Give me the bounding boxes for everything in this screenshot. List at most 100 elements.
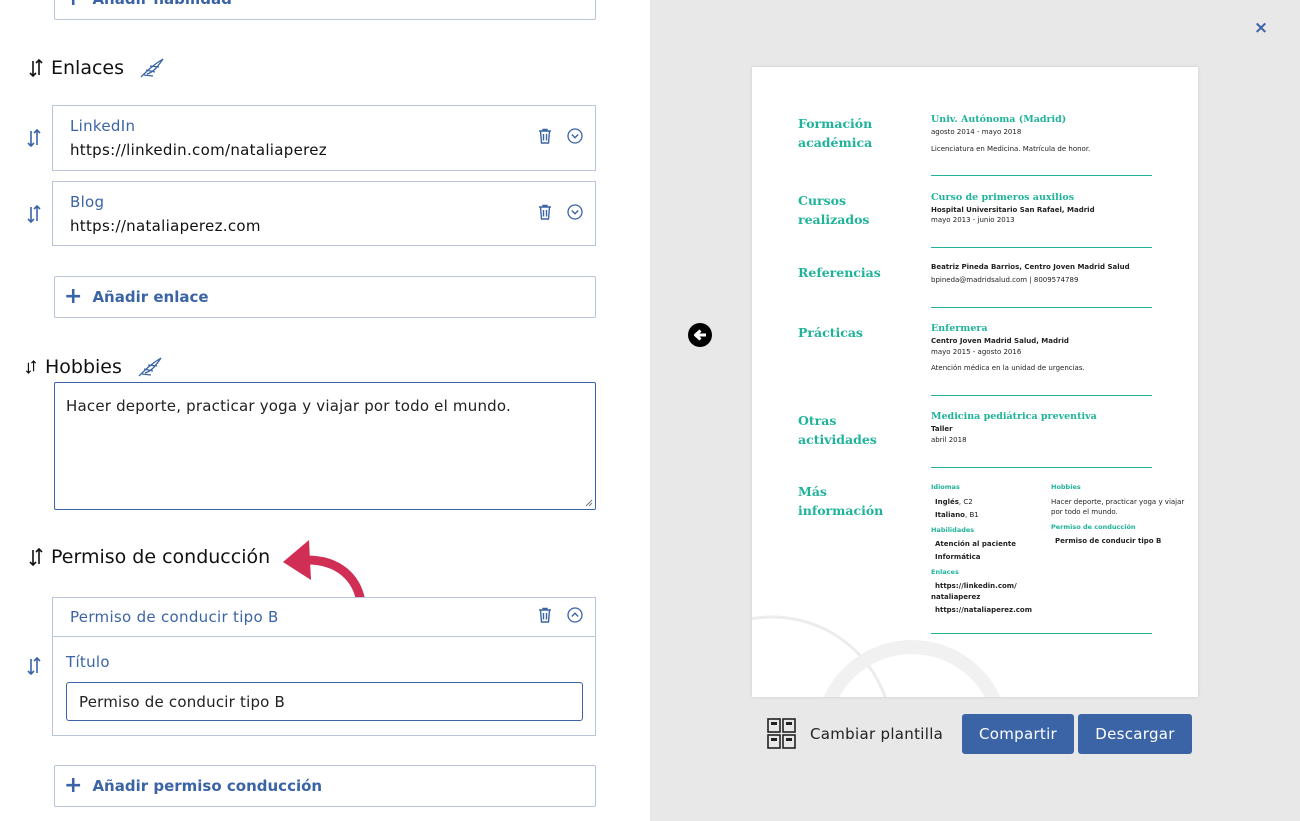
link-url: https://linkedin.com/nataliaperez bbox=[70, 141, 327, 159]
cv-divider bbox=[931, 395, 1152, 396]
hobbies-textarea[interactable]: Hacer deporte, practicar yoga y viajar p… bbox=[54, 382, 596, 510]
cv-skills-head: Habilidades bbox=[931, 526, 975, 534]
cv-reference-contact: bpineda@madridsalud.com | 8009574789 bbox=[931, 276, 1079, 284]
cv-page: Formación académica Univ. Autónoma (Madri… bbox=[752, 67, 1198, 697]
change-template-button[interactable]: Cambiar plantilla bbox=[767, 718, 943, 750]
license-item-label: Permiso de conducir tipo B bbox=[70, 608, 279, 626]
section-title-text: Permiso de conducción bbox=[51, 546, 271, 568]
link-label: Blog bbox=[70, 193, 105, 211]
preview-toolbar: Cambiar plantilla Compartir Descargar bbox=[650, 714, 1300, 754]
close-icon[interactable]: × bbox=[1253, 18, 1269, 38]
title-input-value: Permiso de conducir tipo B bbox=[79, 692, 286, 711]
resize-grip-icon[interactable] bbox=[585, 499, 593, 507]
cv-divider bbox=[931, 633, 1152, 634]
cv-other-type: Taller bbox=[931, 425, 953, 433]
link-label: LinkedIn bbox=[70, 117, 136, 135]
cv-editor-panel: + Añadir habilidad Enlaces LinkedIn http… bbox=[0, 0, 650, 821]
title-field-label: Título bbox=[66, 653, 110, 671]
cv-heading-practices: Prácticas bbox=[798, 325, 863, 340]
reorder-icon[interactable] bbox=[29, 57, 43, 79]
add-link-label: Añadir enlace bbox=[92, 288, 209, 306]
section-title-license: Permiso de conducción bbox=[29, 546, 270, 568]
cv-course-place: Hospital Universitario San Rafael, Madri… bbox=[931, 206, 1095, 214]
trash-icon[interactable] bbox=[537, 128, 553, 144]
curved-arrow-icon bbox=[283, 540, 365, 606]
cv-course-date: mayo 2013 - junio 2013 bbox=[931, 216, 1015, 224]
reorder-icon[interactable] bbox=[25, 356, 37, 378]
arrow-left-icon bbox=[694, 329, 706, 341]
template-grid-icon bbox=[767, 718, 796, 749]
cv-education-title: Univ. Autónoma (Madrid) bbox=[931, 114, 1067, 125]
hobbies-text: Hacer deporte, practicar yoga y viajar p… bbox=[66, 397, 511, 415]
cv-license-value: Permiso de conducir tipo B bbox=[1055, 537, 1162, 545]
trash-icon[interactable] bbox=[537, 607, 553, 623]
section-title-text: Enlaces bbox=[51, 57, 125, 79]
section-title-hobbies: Hobbies bbox=[25, 355, 164, 379]
edit-quill-icon[interactable] bbox=[138, 56, 166, 80]
cv-divider bbox=[931, 467, 1152, 468]
change-template-label: Cambiar plantilla bbox=[810, 725, 944, 743]
reorder-icon[interactable] bbox=[29, 546, 43, 568]
cv-hobbies-line1: Hacer deporte, practicar yoga y viajar bbox=[1051, 498, 1185, 506]
link-url: https://nataliaperez.com bbox=[70, 217, 261, 235]
plus-icon: + bbox=[64, 284, 83, 309]
add-license-button[interactable]: + Añadir permiso conducción bbox=[54, 765, 596, 807]
cv-heading-more: Más información bbox=[798, 484, 884, 518]
cv-practice-desc: Atención médica en la unidad de urgencia… bbox=[931, 364, 1085, 372]
link-item-blog[interactable]: Blog https://nataliaperez.com bbox=[52, 181, 596, 246]
cv-preview-panel: × Formación académica Univ. Autónoma (Mad… bbox=[650, 0, 1300, 821]
license-item-header[interactable]: Permiso de conducir tipo B bbox=[53, 598, 595, 637]
edit-quill-icon[interactable] bbox=[136, 355, 164, 379]
cv-skill-2: Informática bbox=[935, 553, 981, 561]
reorder-icon[interactable] bbox=[27, 127, 41, 149]
add-link-button[interactable]: + Añadir enlace bbox=[54, 276, 596, 318]
decorative-circles bbox=[752, 615, 1001, 697]
cv-other-title: Medicina pediátrica preventiva bbox=[931, 411, 1097, 422]
cv-practice-title: Enfermera bbox=[931, 323, 988, 334]
cv-skill-1: Atención al paciente bbox=[935, 540, 1016, 548]
cv-education-date: agosto 2014 - mayo 2018 bbox=[931, 128, 1022, 136]
share-button[interactable]: Compartir bbox=[962, 714, 1074, 754]
link-item-linkedin[interactable]: LinkedIn https://linkedin.com/nataliaper… bbox=[52, 105, 596, 171]
cv-language-2: Italiano, B1 bbox=[935, 511, 979, 519]
cv-practice-date: mayo 2015 - agosto 2016 bbox=[931, 348, 1022, 356]
cv-heading-references: Referencias bbox=[798, 265, 881, 280]
cv-heading-other: Otras actividades bbox=[798, 413, 877, 447]
cv-divider bbox=[931, 247, 1152, 248]
cv-course-title: Curso de primeros auxilios bbox=[931, 192, 1075, 203]
cv-languages-head: Idiomas bbox=[931, 483, 960, 491]
reorder-icon[interactable] bbox=[27, 203, 41, 225]
license-item: Permiso de conducir tipo B Título Permis… bbox=[52, 597, 596, 736]
add-skill-button[interactable]: + Añadir habilidad bbox=[54, 0, 596, 20]
add-license-label: Añadir permiso conducción bbox=[92, 777, 323, 795]
section-title-links: Enlaces bbox=[29, 56, 166, 80]
back-button[interactable] bbox=[688, 323, 712, 347]
cv-heading-education: Formación académica bbox=[798, 116, 873, 150]
download-button[interactable]: Descargar bbox=[1078, 714, 1192, 754]
cv-divider bbox=[931, 307, 1152, 308]
title-input[interactable]: Permiso de conducir tipo B bbox=[66, 682, 583, 721]
reorder-icon[interactable] bbox=[27, 655, 41, 677]
cv-other-date: abril 2018 bbox=[931, 436, 967, 444]
cv-link-1a: https://linkedin.com/ bbox=[935, 582, 1017, 590]
cv-license-head: Permiso de conducción bbox=[1051, 523, 1136, 531]
cv-education-desc: Licenciatura en Medicina. Matrícula de h… bbox=[931, 145, 1091, 153]
cv-link-2: https://nataliaperez.com bbox=[935, 606, 1033, 614]
chevron-down-icon[interactable] bbox=[567, 204, 583, 220]
cv-divider bbox=[931, 175, 1152, 176]
cv-language-1: Inglés, C2 bbox=[935, 498, 973, 506]
cv-links-head: Enlaces bbox=[931, 568, 959, 576]
add-skill-label: Añadir habilidad bbox=[92, 0, 231, 8]
chevron-down-icon[interactable] bbox=[567, 128, 583, 144]
cv-heading-courses: Cursos realizados bbox=[798, 193, 870, 227]
cv-reference-name: Beatriz Pineda Barrios, Centro Joven Mad… bbox=[931, 263, 1130, 271]
cv-hobbies-head: Hobbies bbox=[1051, 483, 1081, 491]
plus-icon: + bbox=[64, 773, 83, 798]
cv-hobbies-line2: por todo el mundo. bbox=[1051, 508, 1118, 516]
trash-icon[interactable] bbox=[537, 204, 553, 220]
cv-practice-place: Centro Joven Madrid Salud, Madrid bbox=[931, 337, 1069, 345]
plus-icon: + bbox=[64, 0, 82, 10]
chevron-up-icon[interactable] bbox=[567, 607, 583, 623]
section-title-text: Hobbies bbox=[45, 356, 122, 378]
cv-link-1b: nataliaperez bbox=[931, 593, 981, 601]
